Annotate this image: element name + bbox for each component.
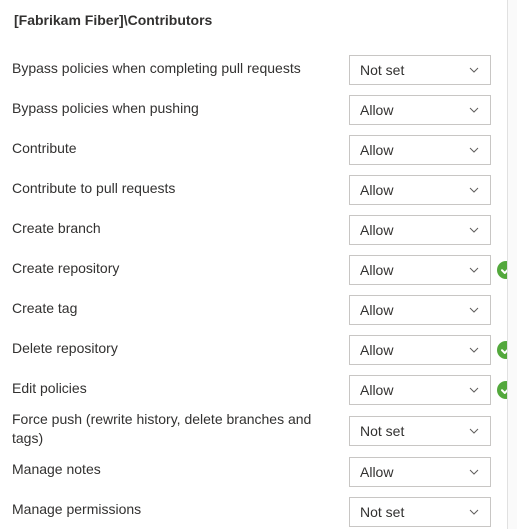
permission-select[interactable]: Allow <box>349 135 491 165</box>
chevron-down-icon <box>468 506 480 518</box>
chevron-down-icon <box>468 425 480 437</box>
permission-controls: Allow <box>349 175 495 205</box>
permission-select[interactable]: Not set <box>349 416 491 446</box>
permission-label: Delete repository <box>12 339 341 362</box>
permission-row: Create branch Allow <box>12 210 495 250</box>
permission-row: Contribute to pull requests Allow <box>12 170 495 210</box>
permission-row: Create repository Allow <box>12 250 495 290</box>
chevron-down-icon <box>468 304 480 316</box>
scrollbar-gutter <box>507 0 517 529</box>
permission-select[interactable]: Not set <box>349 55 491 85</box>
chevron-down-icon <box>468 344 480 356</box>
permission-select-value: Allow <box>360 382 393 398</box>
permission-select[interactable]: Allow <box>349 255 491 285</box>
chevron-down-icon <box>468 466 480 478</box>
chevron-down-icon <box>468 144 480 156</box>
permission-controls: Allow <box>349 135 495 165</box>
permission-select[interactable]: Not set <box>349 497 491 527</box>
permission-controls: Allow <box>349 335 495 365</box>
permission-select-value: Allow <box>360 142 393 158</box>
permission-controls: Allow <box>349 375 495 405</box>
permission-select-value: Not set <box>360 423 404 439</box>
permission-row: Bypass policies when completing pull req… <box>12 50 495 90</box>
chevron-down-icon <box>468 344 480 356</box>
permission-controls: Allow <box>349 255 495 285</box>
permissions-list: Bypass policies when completing pull req… <box>12 50 495 532</box>
permission-row: Edit policies Allow <box>12 370 495 410</box>
permission-row: Bypass policies when pushing Allow <box>12 90 495 130</box>
chevron-down-icon <box>468 224 480 236</box>
permission-row: Force push (rewrite history, delete bran… <box>12 410 495 452</box>
permission-select[interactable]: Allow <box>349 335 491 365</box>
permission-select[interactable]: Allow <box>349 175 491 205</box>
permission-row: Manage permissions Not set <box>12 492 495 532</box>
permission-controls: Not set <box>349 497 495 527</box>
permission-select[interactable]: Allow <box>349 215 491 245</box>
permission-row: Create tag Allow <box>12 290 495 330</box>
permission-select-value: Allow <box>360 222 393 238</box>
permission-controls: Allow <box>349 95 495 125</box>
permission-select-value: Not set <box>360 504 404 520</box>
chevron-down-icon <box>468 264 480 276</box>
chevron-down-icon <box>468 264 480 276</box>
group-title: [Fabrikam Fiber]\Contributors <box>12 12 495 28</box>
permission-controls: Allow <box>349 215 495 245</box>
permission-label: Create repository <box>12 259 341 282</box>
chevron-down-icon <box>468 384 480 396</box>
permission-label: Bypass policies when pushing <box>12 99 341 122</box>
permission-row: Contribute Allow <box>12 130 495 170</box>
chevron-down-icon <box>468 144 480 156</box>
permission-select-value: Allow <box>360 464 393 480</box>
permission-select-value: Allow <box>360 302 393 318</box>
permission-select-value: Allow <box>360 342 393 358</box>
chevron-down-icon <box>468 425 480 437</box>
permission-controls: Not set <box>349 416 495 446</box>
permission-controls: Allow <box>349 457 495 487</box>
permission-select[interactable]: Allow <box>349 457 491 487</box>
chevron-down-icon <box>468 184 480 196</box>
chevron-down-icon <box>468 64 480 76</box>
permission-select-value: Allow <box>360 182 393 198</box>
permission-label: Force push (rewrite history, delete bran… <box>12 410 341 452</box>
permission-select-value: Allow <box>360 102 393 118</box>
chevron-down-icon <box>468 506 480 518</box>
chevron-down-icon <box>468 304 480 316</box>
permission-label: Contribute to pull requests <box>12 179 341 202</box>
permission-label: Create tag <box>12 299 341 322</box>
permission-select[interactable]: Allow <box>349 295 491 325</box>
permission-select-value: Not set <box>360 62 404 78</box>
permission-label: Bypass policies when completing pull req… <box>12 59 341 82</box>
permission-select[interactable]: Allow <box>349 375 491 405</box>
permission-select[interactable]: Allow <box>349 95 491 125</box>
permission-controls: Allow <box>349 295 495 325</box>
permission-label: Manage notes <box>12 460 341 483</box>
permission-row: Delete repository Allow <box>12 330 495 370</box>
chevron-down-icon <box>468 224 480 236</box>
permission-label: Contribute <box>12 139 341 162</box>
chevron-down-icon <box>468 104 480 116</box>
chevron-down-icon <box>468 64 480 76</box>
permissions-panel: [Fabrikam Fiber]\Contributors Bypass pol… <box>0 0 517 532</box>
chevron-down-icon <box>468 104 480 116</box>
chevron-down-icon <box>468 184 480 196</box>
permission-controls: Not set <box>349 55 495 85</box>
chevron-down-icon <box>468 466 480 478</box>
permission-label: Create branch <box>12 219 341 242</box>
permission-label: Edit policies <box>12 379 341 402</box>
chevron-down-icon <box>468 384 480 396</box>
permission-label: Manage permissions <box>12 500 341 523</box>
permission-row: Manage notes Allow <box>12 452 495 492</box>
permission-select-value: Allow <box>360 262 393 278</box>
